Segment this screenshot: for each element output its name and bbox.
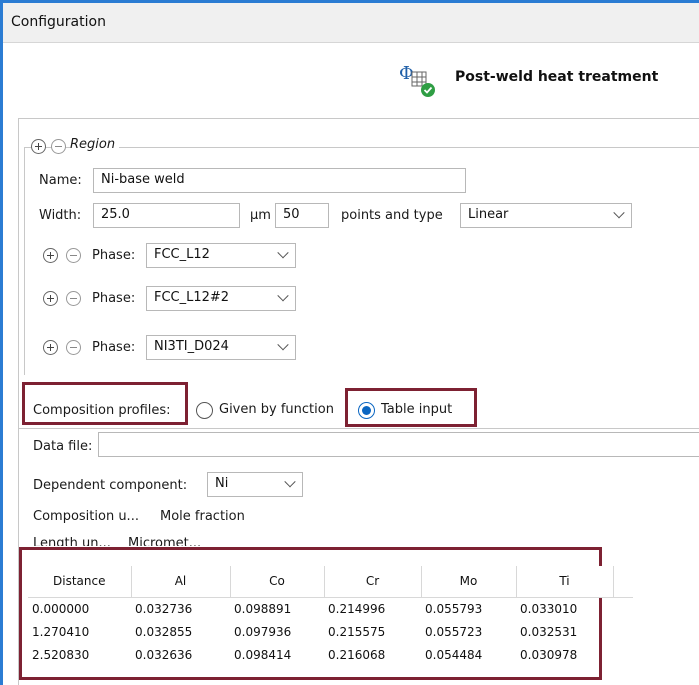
dependent-component-label: Dependent component: bbox=[33, 478, 188, 493]
column-header-empty bbox=[613, 566, 633, 598]
length-unit-label: Length un... bbox=[33, 536, 111, 546]
phase-value: FCC_L12 bbox=[154, 247, 210, 262]
phase-select[interactable]: FCC_L12 bbox=[146, 243, 296, 268]
radio-table-input[interactable] bbox=[358, 402, 375, 419]
column-header[interactable]: Co bbox=[230, 566, 325, 598]
phase-label: Phase: bbox=[92, 248, 136, 263]
table-cell[interactable]: 0.032736 bbox=[131, 597, 230, 620]
data-file-field[interactable] bbox=[98, 432, 699, 457]
table-cell[interactable]: 0.032855 bbox=[131, 620, 230, 643]
table-cell[interactable]: 0.055723 bbox=[421, 620, 516, 643]
composition-profiles-label: Composition profiles: bbox=[33, 403, 171, 418]
phase-label: Phase: bbox=[92, 291, 136, 306]
column-header[interactable]: Ti bbox=[516, 566, 614, 598]
table-row[interactable]: 2.520830 0.032636 0.098414 0.216068 0.05… bbox=[28, 643, 633, 666]
table-cell[interactable]: 0.098891 bbox=[230, 597, 324, 620]
phase-value: FCC_L12#2 bbox=[154, 290, 230, 305]
table-cell[interactable]: 0.033010 bbox=[516, 597, 613, 620]
window-title: Configuration bbox=[11, 14, 106, 30]
chevron-down-icon bbox=[277, 290, 289, 302]
points-field[interactable]: 50 bbox=[275, 203, 329, 228]
table-cell[interactable]: 1.270410 bbox=[28, 620, 131, 643]
add-phase-icon[interactable] bbox=[43, 340, 58, 355]
given-by-function-label[interactable]: Given by function bbox=[219, 402, 334, 417]
table-row[interactable]: 0.000000 0.032736 0.098891 0.214996 0.05… bbox=[28, 597, 633, 620]
radio-given-by-function[interactable] bbox=[196, 402, 213, 419]
table-cell[interactable]: 0.216068 bbox=[324, 643, 421, 666]
chevron-down-icon bbox=[613, 207, 625, 219]
column-header[interactable]: Cr bbox=[324, 566, 422, 598]
table-cell[interactable]: 0.215575 bbox=[324, 620, 421, 643]
add-phase-icon[interactable] bbox=[43, 248, 58, 263]
table-cell[interactable]: 0.030978 bbox=[516, 643, 613, 666]
remove-phase-icon[interactable] bbox=[66, 248, 81, 263]
add-region-icon[interactable] bbox=[31, 139, 46, 154]
composition-table[interactable]: Distance Al Co Cr Mo Ti 0.000000 0.03273… bbox=[28, 566, 633, 666]
table-input-label[interactable]: Table input bbox=[381, 402, 452, 417]
remove-region-icon[interactable] bbox=[51, 139, 66, 154]
grid-type-select[interactable]: Linear bbox=[460, 203, 632, 228]
dependent-component-value: Ni bbox=[215, 476, 229, 491]
column-header[interactable]: Mo bbox=[421, 566, 517, 598]
table-cell-empty bbox=[613, 597, 633, 620]
table-row[interactable]: 1.270410 0.032855 0.097936 0.215575 0.05… bbox=[28, 620, 633, 643]
chevron-down-icon bbox=[284, 476, 296, 488]
table-cell[interactable]: 0.098414 bbox=[230, 643, 324, 666]
points-type-label: points and type bbox=[341, 208, 443, 223]
phase-label: Phase: bbox=[92, 340, 136, 355]
phase-select[interactable]: NI3TI_D024 bbox=[146, 335, 296, 360]
phase-diagram-check-icon: Φ bbox=[399, 63, 435, 97]
table-cell[interactable]: 0.055793 bbox=[421, 597, 516, 620]
table-cell[interactable]: 0.214996 bbox=[324, 597, 421, 620]
table-cell[interactable]: 0.097936 bbox=[230, 620, 324, 643]
divider bbox=[18, 428, 699, 429]
add-phase-icon[interactable] bbox=[43, 291, 58, 306]
table-cell[interactable]: 0.032636 bbox=[131, 643, 230, 666]
phase-select[interactable]: FCC_L12#2 bbox=[146, 286, 296, 311]
page-title: Post-weld heat treatment bbox=[455, 69, 659, 85]
table-cell[interactable]: 0.000000 bbox=[28, 597, 131, 620]
table-cell[interactable]: 0.054484 bbox=[421, 643, 516, 666]
width-label: Width: bbox=[39, 208, 82, 223]
table-header-row: Distance Al Co Cr Mo Ti bbox=[28, 566, 633, 598]
column-header[interactable]: Distance bbox=[28, 566, 132, 598]
width-field[interactable]: 25.0 bbox=[93, 203, 240, 228]
name-label: Name: bbox=[39, 173, 82, 188]
title-bar: Configuration bbox=[3, 3, 699, 43]
column-header[interactable]: Al bbox=[131, 566, 231, 598]
dependent-component-select[interactable]: Ni bbox=[207, 472, 303, 497]
chevron-down-icon bbox=[277, 247, 289, 259]
length-unit-row: Length un... Micromet... bbox=[28, 533, 228, 546]
length-unit-value: Micromet... bbox=[128, 536, 202, 546]
region-legend: Region bbox=[70, 137, 120, 152]
region-name-field[interactable]: Ni-base weld bbox=[93, 168, 466, 193]
table-cell-empty bbox=[613, 643, 633, 666]
data-file-label: Data file: bbox=[33, 439, 93, 454]
phase-value: NI3TI_D024 bbox=[154, 339, 229, 354]
width-unit-label: µm bbox=[250, 208, 271, 223]
grid-type-value: Linear bbox=[468, 207, 509, 222]
composition-unit-label: Composition u... bbox=[33, 509, 139, 524]
chevron-down-icon bbox=[277, 339, 289, 351]
table-cell-empty bbox=[613, 620, 633, 643]
table-cell[interactable]: 0.032531 bbox=[516, 620, 613, 643]
composition-unit-value: Mole fraction bbox=[160, 509, 245, 524]
table-cell[interactable]: 2.520830 bbox=[28, 643, 131, 666]
remove-phase-icon[interactable] bbox=[66, 340, 81, 355]
remove-phase-icon[interactable] bbox=[66, 291, 81, 306]
